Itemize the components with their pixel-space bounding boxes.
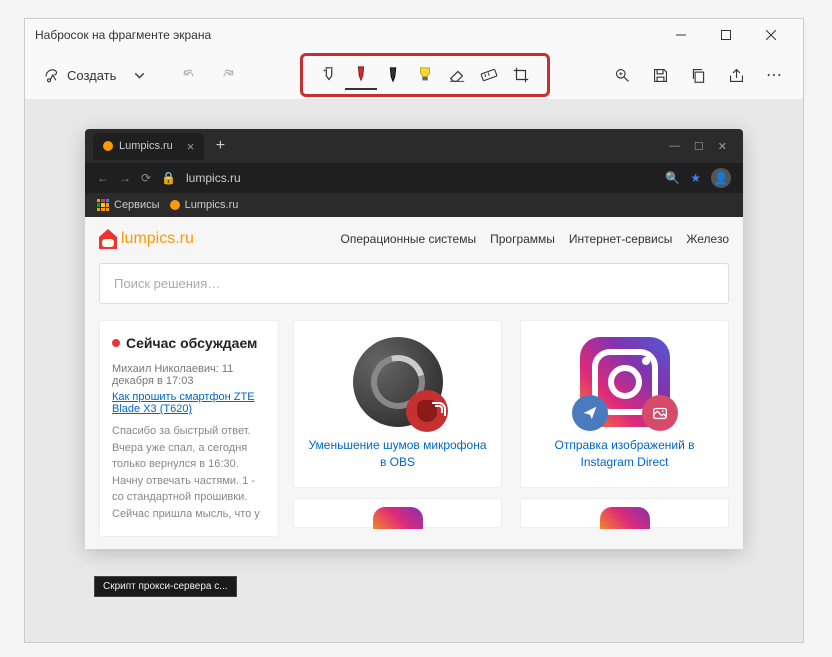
back-icon: ← (97, 171, 109, 185)
canvas-area: Lumpics.ru × + —☐✕ ← → ⟳ 🔒 lumpics.ru 🔍 … (25, 99, 803, 642)
site-menu: Операционные системы Программы Интернет-… (340, 232, 729, 246)
taskbar-tooltip: Скрипт прокси-сервера с... (94, 576, 237, 597)
eraser-tool[interactable] (441, 60, 473, 90)
new-snip-label: Создать (67, 68, 116, 83)
address-bar: ← → ⟳ 🔒 lumpics.ru 🔍 ★ 👤 (85, 163, 743, 193)
article-card-partial (293, 498, 502, 528)
ruler-tool[interactable] (473, 60, 505, 90)
discussion-sidebar: Сейчас обсуждаем Михаил Николаевич: 11 д… (99, 320, 279, 537)
browser-window-controls: —☐✕ (669, 140, 735, 153)
card-title: Отправка изображений в Instagram Direct (531, 437, 718, 471)
browser-tab: Lumpics.ru × (93, 133, 204, 160)
bookmark-services: Сервисы (97, 199, 160, 211)
card-title: Уменьшение шумов микрофона в OBS (304, 437, 491, 471)
undo-button[interactable] (172, 58, 206, 92)
menu-internet: Интернет-сервисы (569, 232, 672, 246)
snip-icon (43, 66, 61, 84)
search-glass-icon: 🔍 (665, 171, 680, 185)
new-snip-button[interactable]: Создать (35, 58, 124, 92)
site-logo: lumpics.ru (99, 229, 194, 249)
bookmark-star-icon: ★ (690, 171, 701, 185)
browser-tab-strip: Lumpics.ru × + —☐✕ (85, 129, 743, 163)
comment-meta: Михаил Николаевич: 11 декабря в 17:03 (112, 363, 266, 387)
copy-button[interactable] (681, 58, 715, 92)
browser-screenshot: Lumpics.ru × + —☐✕ ← → ⟳ 🔒 lumpics.ru 🔍 … (85, 129, 743, 549)
minimize-button[interactable] (658, 19, 703, 51)
window-title: Набросок на фрагменте экрана (35, 28, 658, 42)
app-window: Набросок на фрагменте экрана Создать (24, 18, 804, 643)
forward-icon: → (119, 171, 131, 185)
lock-icon: 🔒 (161, 171, 176, 185)
annotation-tools-highlight (300, 53, 550, 97)
toolbar: Создать ⋯ (25, 51, 803, 99)
touch-writing-tool[interactable] (313, 60, 345, 90)
new-tab-icon: + (208, 137, 232, 155)
favicon-icon (103, 141, 113, 151)
bookmark-lumpics: Lumpics.ru (170, 199, 239, 211)
obs-icon (353, 337, 443, 427)
menu-hardware: Железо (686, 232, 729, 246)
save-button[interactable] (643, 58, 677, 92)
menu-programs: Программы (490, 232, 555, 246)
url-text: lumpics.ru (186, 171, 655, 185)
maximize-button[interactable] (703, 19, 748, 51)
instagram-icon (580, 337, 670, 427)
article-card-obs: Уменьшение шумов микрофона в OBS (293, 320, 502, 488)
bookmarks-bar: Сервисы Lumpics.ru (85, 193, 743, 217)
article-card-instagram: Отправка изображений в Instagram Direct (520, 320, 729, 488)
more-button[interactable]: ⋯ (757, 58, 791, 92)
article-card-partial (520, 498, 729, 528)
tab-title: Lumpics.ru (119, 140, 173, 152)
pencil-tool[interactable] (377, 60, 409, 90)
crop-tool[interactable] (505, 60, 537, 90)
profile-icon: 👤 (711, 168, 731, 188)
ballpoint-pen-tool[interactable] (345, 60, 377, 90)
highlighter-tool[interactable] (409, 60, 441, 90)
sidebar-title: Сейчас обсуждаем (112, 335, 266, 351)
webpage-content: lumpics.ru Операционные системы Программ… (85, 217, 743, 549)
reload-icon: ⟳ (141, 171, 151, 185)
tab-close-icon: × (187, 139, 195, 154)
comment-body: Спасибо за быстрый ответ. Вчера уже спал… (112, 423, 266, 522)
search-box: Поиск решения… (99, 263, 729, 304)
menu-os: Операционные системы (340, 232, 476, 246)
share-button[interactable] (719, 58, 753, 92)
close-button[interactable] (748, 19, 793, 51)
new-snip-dropdown[interactable] (122, 58, 156, 92)
zoom-button[interactable] (605, 58, 639, 92)
comment-link: Как прошить смартфон ZTE Blade X3 (T620) (112, 391, 266, 415)
titlebar: Набросок на фрагменте экрана (25, 19, 803, 51)
redo-button[interactable] (210, 58, 244, 92)
